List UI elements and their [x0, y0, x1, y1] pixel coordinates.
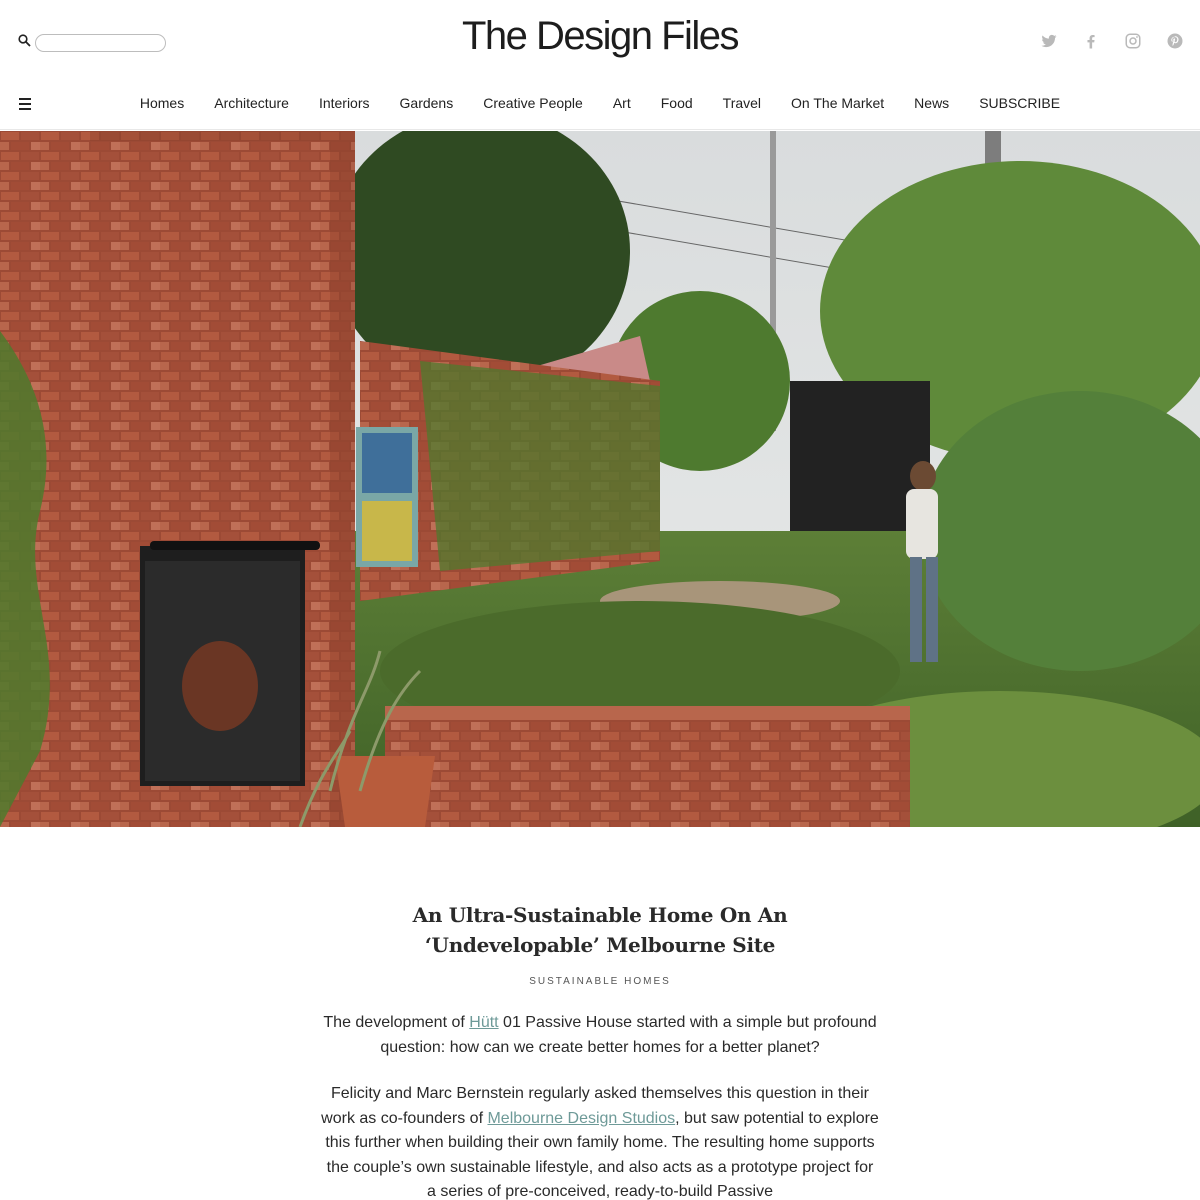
article-category[interactable]: SUSTAINABLE HOMES	[300, 976, 900, 987]
article-title: An Ultra-Sustainable Home On An ‘Undevel…	[412, 903, 788, 957]
primary-nav: Homes Architecture Interiors Gardens Cre…	[0, 95, 1200, 111]
article: An Ultra-Sustainable Home On An ‘Undevel…	[300, 900, 900, 1200]
site-logo[interactable]: The Design Files	[0, 14, 1200, 59]
article-paragraph: The development of Hütt 01 Passive House…	[300, 1011, 900, 1060]
hutt-link[interactable]: Hütt	[469, 1014, 498, 1031]
nav-item-travel[interactable]: Travel	[708, 95, 776, 111]
nav-item-homes[interactable]: Homes	[125, 95, 199, 111]
nav-item-on-the-market[interactable]: On The Market	[776, 95, 899, 111]
pinterest-icon[interactable]	[1166, 32, 1184, 50]
nav-item-creative-people[interactable]: Creative People	[468, 95, 598, 111]
main-nav-bar: Homes Architecture Interiors Gardens Cre…	[0, 80, 1200, 130]
instagram-icon[interactable]	[1124, 32, 1142, 50]
twitter-icon[interactable]	[1040, 32, 1058, 50]
nav-item-subscribe[interactable]: SUBSCRIBE	[964, 95, 1075, 111]
nav-item-gardens[interactable]: Gardens	[385, 95, 469, 111]
paragraph-text: The development of	[323, 1014, 470, 1031]
facebook-icon[interactable]	[1082, 32, 1100, 50]
nav-item-news[interactable]: News	[899, 95, 964, 111]
nav-item-architecture[interactable]: Architecture	[199, 95, 304, 111]
site-header: The Design Files	[0, 0, 1200, 80]
nav-item-interiors[interactable]: Interiors	[304, 95, 385, 111]
nav-item-food[interactable]: Food	[646, 95, 708, 111]
nav-item-art[interactable]: Art	[598, 95, 646, 111]
hero-image	[0, 131, 1200, 827]
social-links	[1040, 32, 1184, 50]
article-paragraph: Felicity and Marc Bernstein regularly as…	[300, 1082, 900, 1200]
melbourne-design-studios-link[interactable]: Melbourne Design Studios	[487, 1110, 675, 1127]
